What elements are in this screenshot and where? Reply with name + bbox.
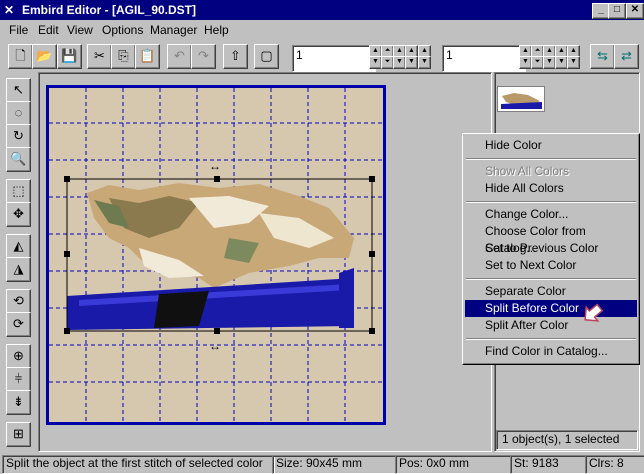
menu-separator [466, 278, 636, 280]
toolbar: 🗋 📂 💾 ✂ ⎘ 📋 ↶ ↷ ⇧ ▢ 1 ▲ ▼ ⏶ ⏷ ▲ ▼ ▲ ▼ ▲ … [0, 40, 644, 72]
export-icon[interactable]: ⇧ [223, 44, 248, 69]
stop-icon[interactable]: ▢ [254, 44, 279, 69]
menu-separator [466, 201, 636, 203]
menu-edit[interactable]: Edit [38, 23, 59, 37]
selection-info: 1 object(s), 1 selected [496, 430, 638, 450]
copy-icon[interactable]: ⎘ [111, 44, 136, 69]
save-icon[interactable]: 💾 [57, 44, 82, 69]
menu-item-set-next-color[interactable]: Set to Next Color [465, 257, 637, 274]
menu-manager[interactable]: Manager [150, 23, 197, 37]
start-stitch-input[interactable]: 1 [292, 45, 376, 72]
menu-item-hide-all-colors[interactable]: Hide All Colors [465, 180, 637, 197]
svg-text:↔: ↔ [209, 339, 221, 353]
hoop-canvas[interactable]: ↔ ↔ [46, 85, 386, 425]
new-file-icon[interactable]: 🗋 [8, 44, 33, 69]
mirror-vertical-icon[interactable]: ◮ [6, 257, 31, 282]
open-folder-icon[interactable]: 📂 [32, 44, 57, 69]
redo-icon[interactable]: ↷ [191, 44, 216, 69]
center-icon[interactable]: ⊕ [6, 344, 31, 369]
left-toolbar: ↖ ◌ ↻ 🔍 ⬚ ✥ ◭ ◮ ⟲ ⟳ ⊕ ⫩ ⇟ ⊞ [0, 72, 36, 452]
menu-separator [466, 158, 636, 160]
menu-item-show-all-colors: Show All Colors [485, 164, 570, 178]
select-arrow-icon[interactable]: ↖ [6, 78, 31, 103]
menu-item-choose-color-catalog[interactable]: Choose Color from Catalog... [465, 223, 637, 255]
paste-icon[interactable]: 📋 [135, 44, 160, 69]
window-title: Embird Editor - [AGIL_90.DST] [22, 3, 197, 17]
spin-color-down-icon[interactable]: ▼ [405, 56, 418, 69]
menu-item-hide-color[interactable]: Hide Color [465, 137, 637, 154]
rotate-right-icon[interactable]: ⟳ [6, 312, 31, 337]
menu-item-set-previous-color[interactable]: Set to Previous Color [465, 240, 637, 257]
spin2-end-down-icon[interactable]: ▼ [567, 56, 580, 69]
align-vertical-icon[interactable]: ⇟ [6, 390, 31, 415]
menu-view[interactable]: View [67, 23, 93, 37]
menu-help[interactable]: Help [204, 23, 229, 37]
svg-text:↔: ↔ [209, 159, 221, 173]
lasso-icon[interactable]: ◌ [6, 101, 31, 126]
move-icon[interactable]: ✥ [6, 202, 31, 227]
join-icon[interactable]: ⇄ [614, 44, 639, 69]
menu-item-change-color[interactable]: Change Color... [465, 206, 637, 223]
mouse-pointer-icon [584, 303, 604, 322]
status-colors: Clrs: 8 [585, 455, 644, 474]
properties-icon[interactable]: ⊞ [6, 422, 31, 447]
undo-icon[interactable]: ↶ [167, 44, 192, 69]
title-bar: ✕ Embird Editor - [AGIL_90.DST] _ □ ✕ [0, 0, 644, 20]
align-horizontal-icon[interactable]: ⫩ [6, 367, 31, 392]
cut-icon[interactable]: ✂ [87, 44, 112, 69]
maximize-button[interactable]: □ [608, 3, 626, 19]
resize-icon[interactable]: ⬚ [6, 179, 31, 204]
rotate-icon[interactable]: ↻ [6, 124, 31, 149]
close-button[interactable]: ✕ [626, 3, 644, 19]
end-stitch-input[interactable]: 1 [442, 45, 526, 72]
status-position: Pos: 0x0 mm [395, 455, 512, 474]
menu-options[interactable]: Options [102, 23, 143, 37]
split-icon[interactable]: ⇆ [590, 44, 615, 69]
zoom-icon[interactable]: 🔍 [6, 147, 31, 172]
context-menu: Hide Color Show All Colors Hide All Colo… [462, 133, 640, 365]
menu-bar: File Edit View Options Manager Help [0, 20, 644, 39]
status-size: Size: 90x45 mm [272, 455, 397, 474]
mirror-horizontal-icon[interactable]: ◭ [6, 234, 31, 259]
object-thumbnail[interactable] [497, 86, 545, 112]
design-preview: ↔ ↔ [49, 88, 383, 422]
app-icon[interactable]: ✕ [4, 3, 14, 17]
status-hint: Split the object at the first stitch of … [2, 455, 275, 474]
thumbnail-preview [501, 93, 542, 109]
menu-item-separate-color[interactable]: Separate Color [465, 283, 637, 300]
rotate-left-icon[interactable]: ⟲ [6, 289, 31, 314]
status-stitches: St: 9183 [510, 455, 587, 474]
menu-item-find-color-catalog[interactable]: Find Color in Catalog... [465, 343, 637, 360]
menu-separator [466, 338, 636, 340]
menu-item-split-before-color[interactable]: Split Before Color [465, 300, 637, 317]
menu-item-split-after-color[interactable]: Split After Color [465, 317, 637, 334]
spin-end-down-icon[interactable]: ▼ [418, 56, 431, 69]
menu-file[interactable]: File [9, 23, 28, 37]
